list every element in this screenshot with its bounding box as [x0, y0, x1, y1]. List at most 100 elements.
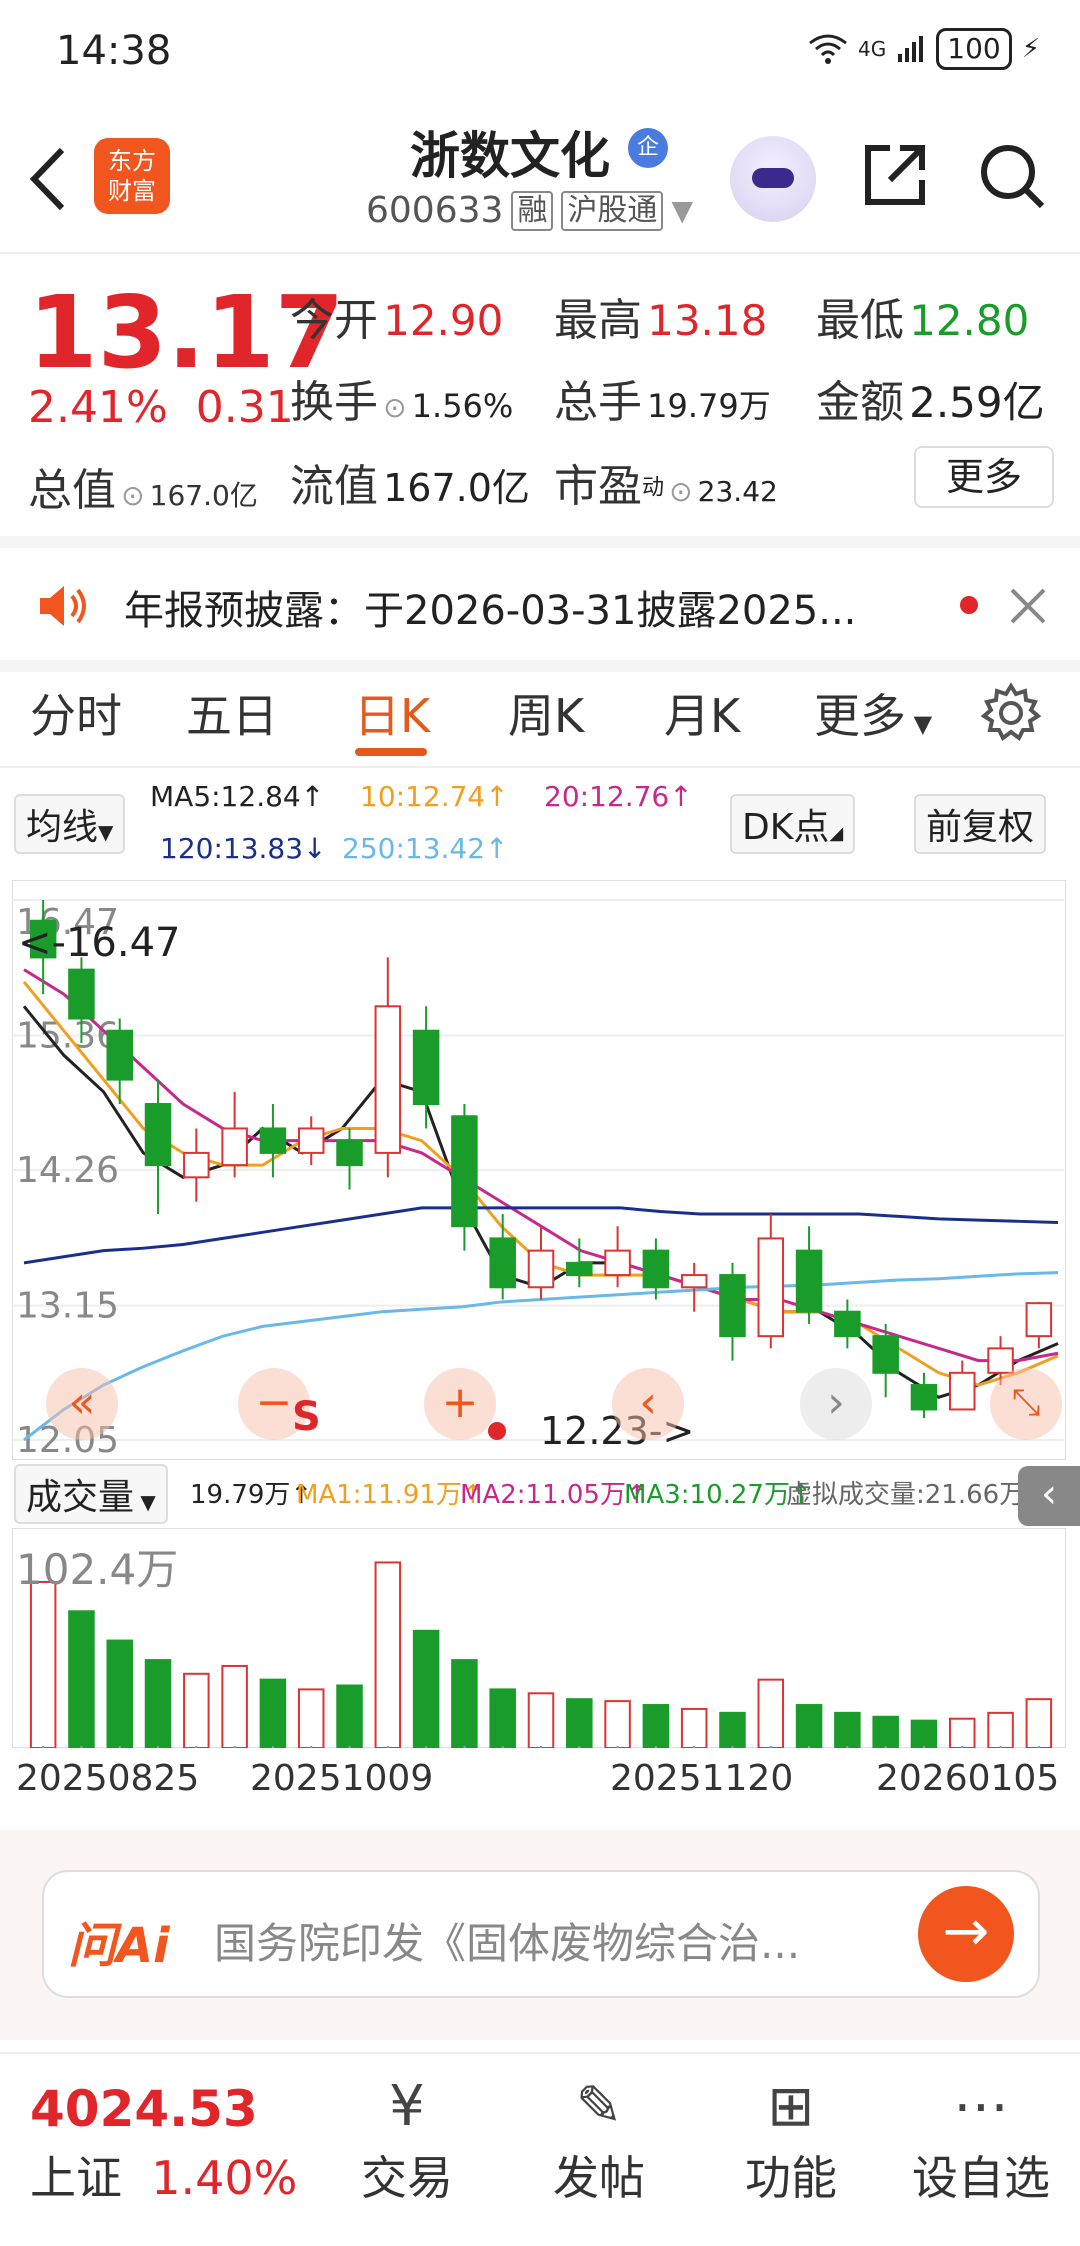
volume-today: 19.79万↑ [190, 1480, 313, 1510]
battery-icon: 100 [936, 28, 1012, 70]
open-value: 12.90 [383, 296, 504, 345]
open-item: 今开 12.90 [290, 284, 503, 348]
prev-arrow-icon[interactable]: ‹ [612, 1368, 684, 1440]
volume-bar [336, 1684, 363, 1748]
nav-add-watchlist[interactable]: ⋯ 设自选 [896, 2072, 1066, 2208]
close-icon[interactable] [1008, 586, 1048, 626]
low-label: 最低 [816, 295, 904, 346]
float-cap-item: 流值 167.0亿 [290, 450, 530, 514]
volume-bar [29, 1580, 57, 1748]
caret-down-icon: ▼ [906, 710, 933, 738]
volume-bar [183, 1672, 210, 1748]
info-icon[interactable]: ⊙ [669, 475, 692, 508]
robot-assistant-icon[interactable] [730, 136, 816, 222]
more-button[interactable]: 更多 [914, 446, 1054, 508]
candle-body [336, 1139, 363, 1167]
volume-bar [987, 1711, 1014, 1748]
tab-weekly-k[interactable]: 周K [508, 680, 584, 746]
chevron-down-icon[interactable]: ▼ [671, 194, 693, 227]
volume-max-label: 102.4万 [16, 1545, 178, 1594]
stock-name: 浙数文化 [410, 127, 610, 185]
tab-monthly-k[interactable]: 月K [664, 680, 740, 746]
volume-bar [757, 1678, 785, 1748]
ma10-value: 10:12.74↑ [360, 780, 509, 813]
dk-point-button[interactable]: DK点◢ [730, 794, 856, 854]
candle-body [834, 1310, 861, 1338]
pe-superscript: 动 [642, 475, 665, 501]
adjust-button[interactable]: 前复权 [914, 794, 1047, 854]
stock-code-row[interactable]: 600633 融 沪股通 ▼ [366, 190, 693, 231]
open-label: 今开 [290, 295, 378, 346]
tab-more-label: 更多 [814, 689, 906, 743]
y-tick-label: 14.26 [16, 1150, 119, 1191]
period-tabs: 分时 五日 日K 周K 月K 更多 ▼ [0, 660, 1080, 768]
vol-ma1: MA1:11.91万↑ [296, 1480, 484, 1510]
change-amount: 0.31 [195, 382, 294, 433]
candle-body [680, 1274, 708, 1289]
turnover-value: 1.56% [411, 387, 514, 425]
stock-header: 东方 财富 浙数文化 企 600633 融 沪股通 ▼ [0, 100, 1080, 254]
date-label: 20250825 [16, 1758, 200, 1799]
zoom-in-icon[interactable]: + [424, 1368, 496, 1440]
wifi-icon [809, 34, 847, 64]
volume-chart[interactable]: 102.4万 [12, 1528, 1066, 1748]
fullscreen-icon[interactable]: ⤡ [990, 1368, 1062, 1440]
candle-body [719, 1274, 746, 1338]
candle-body [412, 1029, 440, 1106]
pe-value: 23.42 [697, 475, 778, 508]
info-icon[interactable]: ⊙ [121, 479, 144, 512]
charging-icon: ⚡ [1021, 34, 1040, 64]
caret-down-icon: ▼ [134, 1490, 156, 1514]
enterprise-badge: 企 [628, 128, 668, 168]
kline-chart[interactable]: 16.4715.3614.2613.1512.05<-16.4712.23-> [12, 880, 1066, 1460]
tab-more[interactable]: 更多 ▼ [814, 680, 932, 746]
nav-functions[interactable]: ⊞ 功能 [706, 2072, 876, 2208]
notice-bar[interactable]: 年报预披露：于2026-03-31披露2025... [0, 536, 1080, 672]
index-change: 1.40% [151, 2151, 298, 2205]
search-icon[interactable] [976, 140, 1048, 212]
arrow-right-icon[interactable]: → [918, 1886, 1014, 1982]
bottom-nav: 4024.53 上证 1.40% ¥ 交易 ✎ 发帖 ⊞ 功能 ⋯ 设自选 [0, 2052, 1080, 2246]
caret-down-icon: ▼ [98, 820, 114, 844]
pe-item: 市盈动 ⊙ 23.42 [554, 450, 778, 514]
tab-intraday[interactable]: 分时 [30, 680, 122, 746]
nav-post[interactable]: ✎ 发帖 [514, 2072, 684, 2208]
ai-assistant-bar: 问Ai 国务院印发《固体废物综合治... → [0, 1830, 1080, 2040]
volume-item: 总手 19.79万 [554, 366, 771, 430]
settings-gear-icon[interactable] [980, 682, 1042, 744]
app-logo[interactable]: 东方 财富 [94, 138, 170, 214]
volume-bar [566, 1698, 593, 1748]
info-icon[interactable]: ⊙ [383, 391, 406, 424]
indicator-selector-button[interactable]: 成交量 ▼ [14, 1464, 168, 1524]
volume-bar [297, 1688, 325, 1748]
candle-body [1025, 1302, 1053, 1338]
nav-trade[interactable]: ¥ 交易 [322, 2072, 492, 2208]
candle-body [910, 1384, 938, 1411]
collapse-panel-icon[interactable]: ‹ [1018, 1466, 1080, 1526]
nav-functions-label: 功能 [745, 2151, 837, 2205]
tab-five-day[interactable]: 五日 [186, 680, 278, 746]
share-icon[interactable] [860, 140, 930, 210]
status-time: 14:38 [56, 28, 172, 74]
price-change: 2.41% 0.31 [28, 382, 294, 433]
rewind-icon[interactable]: « [46, 1368, 118, 1440]
amount-value: 2.59亿 [909, 378, 1045, 427]
next-arrow-icon[interactable]: › [800, 1368, 872, 1440]
quote-panel: 13.17 2.41% 0.31 总值 ⊙ 167.0亿 今开 12.90 最高… [0, 254, 1080, 534]
index-name: 上证 [30, 2151, 122, 2205]
ma-line-ma20 [23, 968, 1059, 1363]
ai-search-box[interactable]: 问Ai 国务院印发《固体废物综合治... → [42, 1870, 1040, 1998]
index-ticker[interactable]: 4024.53 上证 1.40% [30, 2080, 297, 2208]
grid-icon: ⊞ [767, 2074, 815, 2139]
back-icon[interactable] [22, 144, 72, 214]
nav-trade-label: 交易 [361, 2151, 453, 2205]
candle-body [872, 1335, 899, 1374]
float-cap-value: 167.0亿 [383, 466, 530, 510]
tab-daily-k[interactable]: 日K [354, 680, 430, 746]
candle-body [949, 1371, 976, 1411]
volume-bar [949, 1717, 976, 1748]
nav-post-label: 发帖 [553, 2151, 645, 2205]
candle-body [374, 1005, 402, 1154]
ma-selector-button[interactable]: 均线▼ [14, 794, 126, 854]
volume-bar [221, 1664, 248, 1748]
